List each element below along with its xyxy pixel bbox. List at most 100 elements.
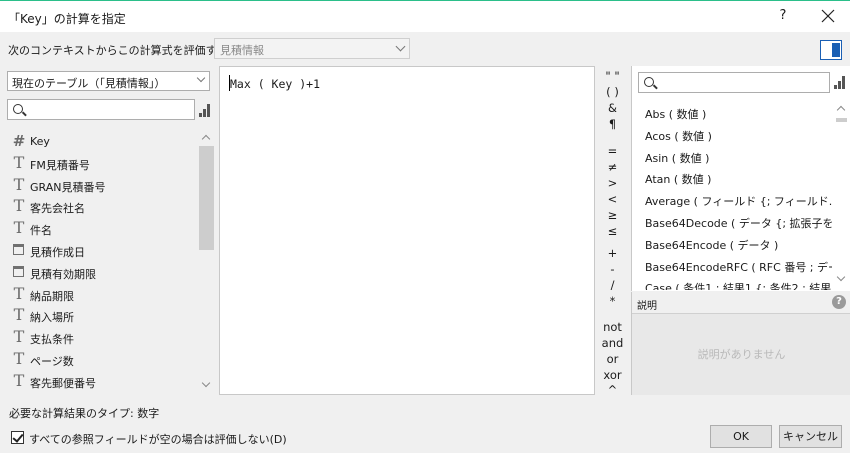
eval-context-label: 次のコンテキストからこの計算式を評価する(E): (8, 44, 247, 57)
field-list-item[interactable]: T 件名 (10, 218, 200, 240)
operator-button[interactable]: ¶ (596, 117, 629, 131)
field-name: 見積有効期限 (30, 267, 96, 281)
operator-button[interactable]: xor (596, 368, 629, 382)
description-panel: 説明 ? 説明がありません (631, 292, 850, 395)
field-list-item[interactable]: T 支払条件 (10, 327, 200, 349)
field-name: 件名 (30, 224, 52, 238)
operator-button[interactable]: or (596, 352, 629, 366)
field-name: 納入場所 (30, 311, 74, 325)
table-select[interactable]: 現在のテーブル（「見積情報」） (7, 71, 210, 91)
operator-button[interactable]: ≠ (596, 160, 629, 174)
function-list-item[interactable]: Average ( フィールド {; フィールド...} ) (645, 193, 832, 209)
field-panel: 現在のテーブル（「見積情報」） # Key T FM見積番号 T GRAN見積番号 T 客先会… (0, 66, 218, 395)
operator-button[interactable]: and (596, 336, 629, 350)
operator-button[interactable]: ≤ (596, 224, 629, 238)
field-name: 客先会社名 (30, 202, 85, 216)
operator-button[interactable]: * (596, 294, 629, 308)
text-icon: T (13, 283, 25, 303)
scroll-up-icon[interactable] (201, 134, 211, 144)
eval-context-select[interactable]: 見積情報 (214, 38, 410, 59)
sort-bars-icon[interactable] (199, 104, 211, 117)
function-list-item[interactable]: Acos ( 数値 ) (645, 128, 712, 144)
ok-button[interactable]: OK (710, 425, 772, 448)
help-icon[interactable]: ? (832, 295, 846, 309)
field-list-item[interactable]: 見積有効期限 (10, 262, 200, 284)
operator-button[interactable]: ^ (596, 383, 629, 397)
table-select-value: 現在のテーブル（「見積情報」） (12, 77, 166, 90)
field-name: 納品期限 (30, 289, 74, 303)
sort-bars-icon[interactable] (834, 76, 846, 89)
field-list-scrollbar[interactable] (198, 132, 215, 392)
function-list-item[interactable]: Case ( 条件1 ; 結果1 {; 条件2 ; 結果2 ; (645, 280, 832, 290)
operator-button[interactable]: - (596, 262, 629, 276)
text-icon: T (13, 327, 25, 347)
skip-eval-checkbox[interactable] (11, 431, 24, 444)
window-title: 「Key」の計算を指定 (8, 12, 126, 26)
field-list-item[interactable]: T 客先会社名 (10, 196, 200, 218)
scroll-thumb[interactable] (836, 118, 847, 122)
field-name: Key (30, 135, 50, 148)
search-icon (13, 104, 23, 114)
function-panel: Abs ( 数値 ) Acos ( 数値 ) Asin ( 数値 ) Atan ( 数… (631, 66, 850, 291)
function-list-item[interactable]: Abs ( 数値 ) (645, 106, 706, 122)
operator-button[interactable]: " " (596, 69, 629, 83)
eval-context-row: 次のコンテキストからこの計算式を評価する(E): 見積情報 (0, 32, 850, 65)
field-name: 見積作成日 (30, 246, 85, 259)
field-list-item[interactable]: T GRAN見積番号 (10, 175, 200, 197)
operator-button[interactable]: + (596, 246, 629, 260)
search-icon (644, 77, 654, 87)
field-name: 支払条件 (30, 333, 74, 347)
field-list-item[interactable]: T 納入場所 (10, 305, 200, 327)
text-icon: T (13, 174, 25, 194)
field-name: ページ数 (30, 355, 74, 368)
help-button[interactable]: ? (776, 8, 790, 23)
field-list-item[interactable]: T 納品期限 (10, 284, 200, 306)
operator-button[interactable]: not (596, 320, 629, 334)
close-icon[interactable] (818, 6, 838, 26)
scroll-down-icon[interactable] (201, 378, 211, 388)
function-list-item[interactable]: Base64Encode ( データ ) (645, 237, 778, 253)
description-header: 説明 ? (632, 292, 850, 314)
field-list-item[interactable]: 見積作成日 (10, 240, 200, 262)
text-icon: T (13, 349, 25, 368)
scroll-thumb[interactable] (199, 146, 214, 250)
field-name: GRAN見積番号 (30, 180, 106, 194)
operator-button[interactable]: & (596, 101, 629, 115)
field-list-item[interactable]: T FM見積番号 (10, 153, 200, 175)
field-list-item[interactable]: T 客先郵便番号 (10, 371, 200, 393)
function-list-item[interactable]: Base64EncodeRFC ( RFC 番号 ; データ ) (645, 259, 832, 275)
panel-toggle-button[interactable] (820, 40, 842, 60)
operator-button[interactable]: < (596, 192, 629, 206)
calendar-icon (13, 265, 24, 277)
panel-layout-icon (832, 43, 840, 57)
eval-context-value: 見積情報 (220, 44, 264, 57)
field-list: # Key T FM見積番号 T GRAN見積番号 T 客先会社名 T 件名 見積作成日 見積有効期限… (0, 130, 218, 395)
scroll-down-icon[interactable] (836, 272, 846, 282)
operator-button[interactable]: > (596, 176, 629, 190)
function-list-item[interactable]: Asin ( 数値 ) (645, 150, 709, 166)
operator-button[interactable]: ( ) (596, 85, 629, 99)
field-list-item[interactable]: # Key (10, 131, 200, 153)
description-empty-text: 説明がありません (697, 348, 786, 361)
scroll-up-icon[interactable] (836, 105, 846, 115)
number-icon: # (12, 132, 26, 150)
function-list-scrollbar[interactable] (834, 104, 849, 286)
function-list-item[interactable]: Base64Decode ( データ {; 拡張子を含む (645, 215, 832, 231)
field-list-item[interactable]: T ページ数 (10, 349, 200, 371)
operator-button[interactable]: ≥ (596, 208, 629, 222)
chevron-down-icon (395, 41, 406, 52)
field-name: 客先郵便番号 (30, 376, 96, 390)
cancel-button[interactable]: キャンセル (779, 425, 842, 448)
operator-button[interactable]: / (596, 278, 629, 292)
function-search-input[interactable] (638, 72, 830, 93)
function-list-item[interactable]: Atan ( 数値 ) (645, 171, 711, 187)
operator-button[interactable]: = (596, 144, 629, 158)
title-bar: 「Key」の計算を指定 ? (0, 1, 850, 32)
field-name: FM見積番号 (30, 158, 90, 172)
text-icon: T (13, 152, 25, 172)
field-search-input[interactable] (7, 99, 195, 120)
function-list: Abs ( 数値 ) Acos ( 数値 ) Asin ( 数値 ) Atan ( 数… (632, 100, 832, 290)
formula-text[interactable]: Max ( Key )+1 (230, 77, 320, 91)
formula-editor[interactable]: Max ( Key )+1 (219, 66, 595, 395)
skip-eval-checkbox-label[interactable]: すべての参照フィールドが空の場合は評価しない(D) (29, 431, 287, 447)
